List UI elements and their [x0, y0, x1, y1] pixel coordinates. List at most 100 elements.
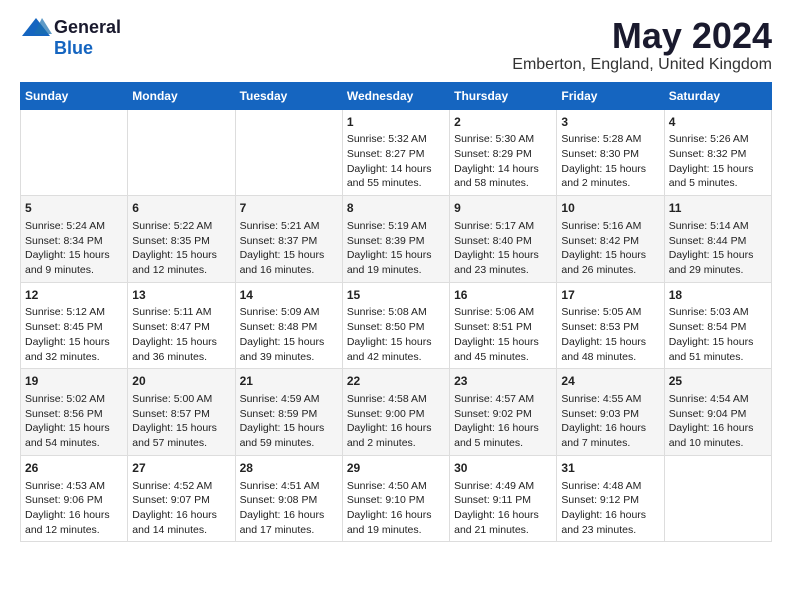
calendar-cell — [128, 109, 235, 196]
day-number: 8 — [347, 200, 445, 217]
day-number: 9 — [454, 200, 552, 217]
calendar-cell: 4Sunrise: 5:26 AM Sunset: 8:32 PM Daylig… — [664, 109, 771, 196]
cell-content: Sunrise: 5:19 AM Sunset: 8:39 PM Dayligh… — [347, 219, 445, 278]
cell-content: Sunrise: 5:12 AM Sunset: 8:45 PM Dayligh… — [25, 305, 123, 364]
header-day: Monday — [128, 82, 235, 109]
cell-content: Sunrise: 5:03 AM Sunset: 8:54 PM Dayligh… — [669, 305, 767, 364]
calendar-cell: 17Sunrise: 5:05 AM Sunset: 8:53 PM Dayli… — [557, 282, 664, 369]
subtitle: Emberton, England, United Kingdom — [512, 56, 772, 74]
day-number: 10 — [561, 200, 659, 217]
header-day: Friday — [557, 82, 664, 109]
calendar-cell: 6Sunrise: 5:22 AM Sunset: 8:35 PM Daylig… — [128, 196, 235, 283]
day-number: 13 — [132, 287, 230, 304]
day-number: 24 — [561, 373, 659, 390]
calendar-cell: 1Sunrise: 5:32 AM Sunset: 8:27 PM Daylig… — [342, 109, 449, 196]
cell-content: Sunrise: 4:48 AM Sunset: 9:12 PM Dayligh… — [561, 479, 659, 538]
page-header: General Blue May 2024 Emberton, England,… — [20, 16, 772, 74]
day-number: 22 — [347, 373, 445, 390]
calendar-week-row: 1Sunrise: 5:32 AM Sunset: 8:27 PM Daylig… — [21, 109, 772, 196]
calendar-cell: 26Sunrise: 4:53 AM Sunset: 9:06 PM Dayli… — [21, 455, 128, 542]
cell-content: Sunrise: 4:52 AM Sunset: 9:07 PM Dayligh… — [132, 479, 230, 538]
calendar-cell: 2Sunrise: 5:30 AM Sunset: 8:29 PM Daylig… — [450, 109, 557, 196]
calendar-cell: 22 Sunrise: 4:58 AM Sunset: 9:00 PM Dayli… — [342, 369, 449, 456]
calendar-cell — [664, 455, 771, 542]
day-number: 16 — [454, 287, 552, 304]
title-block: May 2024 Emberton, England, United Kingd… — [512, 16, 772, 74]
cell-content: Sunrise: 4:59 AM Sunset: 8:59 PM Dayligh… — [240, 392, 338, 451]
calendar-cell: 5Sunrise: 5:24 AM Sunset: 8:34 PM Daylig… — [21, 196, 128, 283]
header-day: Wednesday — [342, 82, 449, 109]
logo-icon — [20, 16, 52, 38]
header-day: Sunday — [21, 82, 128, 109]
header-day: Saturday — [664, 82, 771, 109]
day-number: 15 — [347, 287, 445, 304]
calendar-cell: 8 Sunrise: 5:19 AM Sunset: 8:39 PM Daylig… — [342, 196, 449, 283]
header-day: Thursday — [450, 82, 557, 109]
day-number: 6 — [132, 200, 230, 217]
calendar-cell: 29 Sunrise: 4:50 AM Sunset: 9:10 PM Dayli… — [342, 455, 449, 542]
calendar-cell: 12Sunrise: 5:12 AM Sunset: 8:45 PM Dayli… — [21, 282, 128, 369]
cell-content: Sunrise: 4:51 AM Sunset: 9:08 PM Dayligh… — [240, 479, 338, 538]
day-number: 17 — [561, 287, 659, 304]
cell-content: Sunrise: 5:32 AM Sunset: 8:27 PM Dayligh… — [347, 132, 445, 191]
day-number: 1 — [347, 114, 445, 131]
calendar-week-row: 12Sunrise: 5:12 AM Sunset: 8:45 PM Dayli… — [21, 282, 772, 369]
logo: General Blue — [20, 16, 121, 59]
day-number: 2 — [454, 114, 552, 131]
cell-content: Sunrise: 5:05 AM Sunset: 8:53 PM Dayligh… — [561, 305, 659, 364]
calendar-cell: 16Sunrise: 5:06 AM Sunset: 8:51 PM Dayli… — [450, 282, 557, 369]
calendar-cell: 14Sunrise: 5:09 AM Sunset: 8:48 PM Dayli… — [235, 282, 342, 369]
day-number: 4 — [669, 114, 767, 131]
calendar-cell: 9 Sunrise: 5:17 AM Sunset: 8:40 PM Daylig… — [450, 196, 557, 283]
calendar-cell: 21 Sunrise: 4:59 AM Sunset: 8:59 PM Dayli… — [235, 369, 342, 456]
calendar-week-row: 19Sunrise: 5:02 AM Sunset: 8:56 PM Dayli… — [21, 369, 772, 456]
day-number: 20 — [132, 373, 230, 390]
calendar-cell: 15Sunrise: 5:08 AM Sunset: 8:50 PM Dayli… — [342, 282, 449, 369]
day-number: 29 — [347, 460, 445, 477]
cell-content: Sunrise: 5:06 AM Sunset: 8:51 PM Dayligh… — [454, 305, 552, 364]
calendar-cell: 28Sunrise: 4:51 AM Sunset: 9:08 PM Dayli… — [235, 455, 342, 542]
cell-content: Sunrise: 5:17 AM Sunset: 8:40 PM Dayligh… — [454, 219, 552, 278]
cell-content: Sunrise: 5:30 AM Sunset: 8:29 PM Dayligh… — [454, 132, 552, 191]
cell-content: Sunrise: 4:58 AM Sunset: 9:00 PM Dayligh… — [347, 392, 445, 451]
day-number: 18 — [669, 287, 767, 304]
header-row: SundayMondayTuesdayWednesdayThursdayFrid… — [21, 82, 772, 109]
cell-content: Sunrise: 5:16 AM Sunset: 8:42 PM Dayligh… — [561, 219, 659, 278]
day-number: 21 — [240, 373, 338, 390]
cell-content: Sunrise: 4:54 AM Sunset: 9:04 PM Dayligh… — [669, 392, 767, 451]
calendar-cell: 13Sunrise: 5:11 AM Sunset: 8:47 PM Dayli… — [128, 282, 235, 369]
main-title: May 2024 — [512, 16, 772, 56]
day-number: 3 — [561, 114, 659, 131]
calendar-cell — [21, 109, 128, 196]
day-number: 26 — [25, 460, 123, 477]
calendar-table: SundayMondayTuesdayWednesdayThursdayFrid… — [20, 82, 772, 543]
cell-content: Sunrise: 4:57 AM Sunset: 9:02 PM Dayligh… — [454, 392, 552, 451]
day-number: 11 — [669, 200, 767, 217]
day-number: 30 — [454, 460, 552, 477]
calendar-week-row: 26Sunrise: 4:53 AM Sunset: 9:06 PM Dayli… — [21, 455, 772, 542]
header-day: Tuesday — [235, 82, 342, 109]
calendar-cell: 24Sunrise: 4:55 AM Sunset: 9:03 PM Dayli… — [557, 369, 664, 456]
logo-general: General — [54, 17, 121, 38]
cell-content: Sunrise: 5:08 AM Sunset: 8:50 PM Dayligh… — [347, 305, 445, 364]
cell-content: Sunrise: 5:28 AM Sunset: 8:30 PM Dayligh… — [561, 132, 659, 191]
day-number: 7 — [240, 200, 338, 217]
cell-content: Sunrise: 5:11 AM Sunset: 8:47 PM Dayligh… — [132, 305, 230, 364]
cell-content: Sunrise: 5:21 AM Sunset: 8:37 PM Dayligh… — [240, 219, 338, 278]
cell-content: Sunrise: 5:26 AM Sunset: 8:32 PM Dayligh… — [669, 132, 767, 191]
cell-content: Sunrise: 4:50 AM Sunset: 9:10 PM Dayligh… — [347, 479, 445, 538]
logo-blue: Blue — [54, 38, 93, 59]
cell-content: Sunrise: 5:09 AM Sunset: 8:48 PM Dayligh… — [240, 305, 338, 364]
day-number: 25 — [669, 373, 767, 390]
calendar-cell: 10 Sunrise: 5:16 AM Sunset: 8:42 PM Dayli… — [557, 196, 664, 283]
calendar-cell: 3Sunrise: 5:28 AM Sunset: 8:30 PM Daylig… — [557, 109, 664, 196]
day-number: 5 — [25, 200, 123, 217]
cell-content: Sunrise: 5:00 AM Sunset: 8:57 PM Dayligh… — [132, 392, 230, 451]
cell-content: Sunrise: 5:02 AM Sunset: 8:56 PM Dayligh… — [25, 392, 123, 451]
calendar-week-row: 5Sunrise: 5:24 AM Sunset: 8:34 PM Daylig… — [21, 196, 772, 283]
calendar-cell: 30 Sunrise: 4:49 AM Sunset: 9:11 PM Dayli… — [450, 455, 557, 542]
cell-content: Sunrise: 4:49 AM Sunset: 9:11 PM Dayligh… — [454, 479, 552, 538]
calendar-cell: 11Sunrise: 5:14 AM Sunset: 8:44 PM Dayli… — [664, 196, 771, 283]
day-number: 31 — [561, 460, 659, 477]
calendar-body: 1Sunrise: 5:32 AM Sunset: 8:27 PM Daylig… — [21, 109, 772, 542]
